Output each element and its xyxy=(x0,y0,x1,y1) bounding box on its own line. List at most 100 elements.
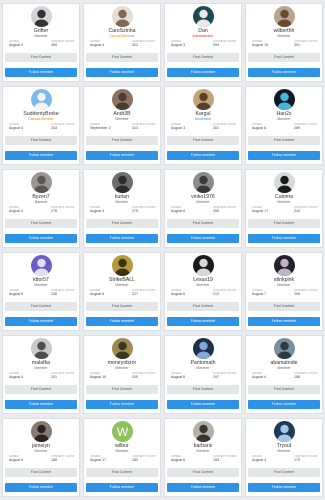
portrait-icon xyxy=(112,6,133,27)
content-count-value: 185 xyxy=(51,458,57,462)
find-content-button[interactable]: Find Content xyxy=(248,468,320,477)
joined-date: August 5 xyxy=(90,292,105,296)
follow-member-button[interactable]: Follow member xyxy=(5,234,77,243)
find-content-button[interactable]: Find Content xyxy=(248,219,320,228)
follow-member-button[interactable]: Follow member xyxy=(5,317,77,326)
member-avatar[interactable] xyxy=(31,89,52,110)
content-count-value: 265 xyxy=(213,209,219,213)
member-avatar[interactable] xyxy=(31,255,52,276)
follow-member-button[interactable]: Follow member xyxy=(248,151,320,160)
joined-date: August 3 xyxy=(171,43,186,47)
find-content-button[interactable]: Find Content xyxy=(167,302,239,311)
member-avatar[interactable] xyxy=(193,172,214,193)
follow-member-button[interactable]: Follow member xyxy=(167,400,239,409)
joined-date: August 17 xyxy=(90,458,107,462)
abstract-icon xyxy=(193,255,214,276)
member-avatar[interactable] xyxy=(112,89,133,110)
member-role: Member xyxy=(115,283,129,287)
follow-member-button[interactable]: Follow member xyxy=(5,68,77,77)
find-content-button[interactable]: Find Content xyxy=(248,53,320,62)
member-avatar[interactable] xyxy=(274,338,295,359)
joined-date: August 19 xyxy=(252,43,269,47)
member-avatar[interactable] xyxy=(274,255,295,276)
find-content-button[interactable]: Find Content xyxy=(167,136,239,145)
member-card: Andr3B Member JOINED CONTENT COUNT September… xyxy=(83,86,161,165)
follow-member-button[interactable]: Follow member xyxy=(5,151,77,160)
content-count-value: 243 xyxy=(294,209,300,213)
follow-member-button[interactable]: Follow member xyxy=(86,483,158,492)
follow-member-button[interactable]: Follow member xyxy=(86,400,158,409)
follow-member-button[interactable]: Follow member xyxy=(86,234,158,243)
follow-member-button[interactable]: Follow member xyxy=(167,317,239,326)
follow-member-button[interactable]: Follow member xyxy=(5,483,77,492)
member-card: malafka Member JOINED CONTENT COUNT August 4… xyxy=(2,335,80,414)
find-content-button[interactable]: Find Content xyxy=(5,136,77,145)
member-avatar[interactable] xyxy=(112,338,133,359)
find-content-button[interactable]: Find Content xyxy=(248,302,320,311)
member-avatar[interactable] xyxy=(31,172,52,193)
joined-date: August 17 xyxy=(252,209,269,213)
find-content-button[interactable]: Find Content xyxy=(5,385,77,394)
find-content-button[interactable]: Find Content xyxy=(5,302,77,311)
member-avatar[interactable] xyxy=(193,338,214,359)
member-role: Member xyxy=(115,366,129,370)
member-avatar[interactable] xyxy=(274,421,295,442)
member-avatar[interactable] xyxy=(31,6,52,27)
find-content-button[interactable]: Find Content xyxy=(248,136,320,145)
find-content-button[interactable]: Find Content xyxy=(167,468,239,477)
member-avatar[interactable] xyxy=(193,421,214,442)
member-avatar[interactable]: W xyxy=(112,421,133,442)
member-role: Member xyxy=(277,283,291,287)
member-avatar[interactable] xyxy=(112,6,133,27)
follow-member-button[interactable]: Follow member xyxy=(5,400,77,409)
follow-member-button[interactable]: Follow member xyxy=(248,400,320,409)
follow-member-button[interactable]: Follow member xyxy=(86,317,158,326)
find-content-button[interactable]: Find Content xyxy=(86,468,158,477)
member-avatar[interactable] xyxy=(274,89,295,110)
follow-member-button[interactable]: Follow member xyxy=(86,68,158,77)
member-avatar[interactable] xyxy=(274,6,295,27)
member-card: Wwilbur Member JOINED CONTENT COUNT August 1… xyxy=(83,418,161,497)
member-role: Member xyxy=(277,117,291,121)
member-avatar[interactable] xyxy=(112,255,133,276)
find-content-button[interactable]: Find Content xyxy=(5,53,77,62)
portrait-icon xyxy=(193,172,214,193)
find-content-button[interactable]: Find Content xyxy=(248,385,320,394)
follow-member-button[interactable]: Follow member xyxy=(167,68,239,77)
find-content-button[interactable]: Find Content xyxy=(86,53,158,62)
follow-member-button[interactable]: Follow member xyxy=(167,234,239,243)
find-content-button[interactable]: Find Content xyxy=(86,136,158,145)
find-content-button[interactable]: Find Content xyxy=(167,53,239,62)
joined-date: August 19 xyxy=(90,375,107,379)
member-avatar[interactable] xyxy=(193,6,214,27)
find-content-button[interactable]: Find Content xyxy=(5,468,77,477)
joined-date: August 4 xyxy=(252,458,267,462)
member-avatar[interactable] xyxy=(31,421,52,442)
member-role: Member xyxy=(277,200,291,204)
find-content-button[interactable]: Find Content xyxy=(86,302,158,311)
member-role: Member xyxy=(196,366,210,370)
follow-member-button[interactable]: Follow member xyxy=(167,151,239,160)
follow-member-button[interactable]: Follow member xyxy=(248,68,320,77)
find-content-button[interactable]: Find Content xyxy=(167,219,239,228)
find-content-button[interactable]: Find Content xyxy=(86,219,158,228)
follow-member-button[interactable]: Follow member xyxy=(167,483,239,492)
follow-member-button[interactable]: Follow member xyxy=(248,483,320,492)
abstract-icon xyxy=(274,89,295,110)
member-avatar[interactable] xyxy=(274,172,295,193)
joined-date: August 6 xyxy=(171,375,186,379)
member-avatar[interactable] xyxy=(193,255,214,276)
find-content-button[interactable]: Find Content xyxy=(5,219,77,228)
find-content-button[interactable]: Find Content xyxy=(167,385,239,394)
content-count-value: 394 xyxy=(213,43,219,47)
follow-member-button[interactable]: Follow member xyxy=(248,317,320,326)
member-avatar[interactable] xyxy=(31,338,52,359)
member-grid: Grifter Member JOINED CONTENT COUNT August 4… xyxy=(0,0,325,500)
member-avatar[interactable] xyxy=(193,89,214,110)
member-role: Member xyxy=(115,200,129,204)
follow-member-button[interactable]: Follow member xyxy=(248,234,320,243)
member-avatar[interactable] xyxy=(112,172,133,193)
follow-member-button[interactable]: Follow member xyxy=(86,151,158,160)
portrait-icon xyxy=(193,89,214,110)
find-content-button[interactable]: Find Content xyxy=(86,385,158,394)
